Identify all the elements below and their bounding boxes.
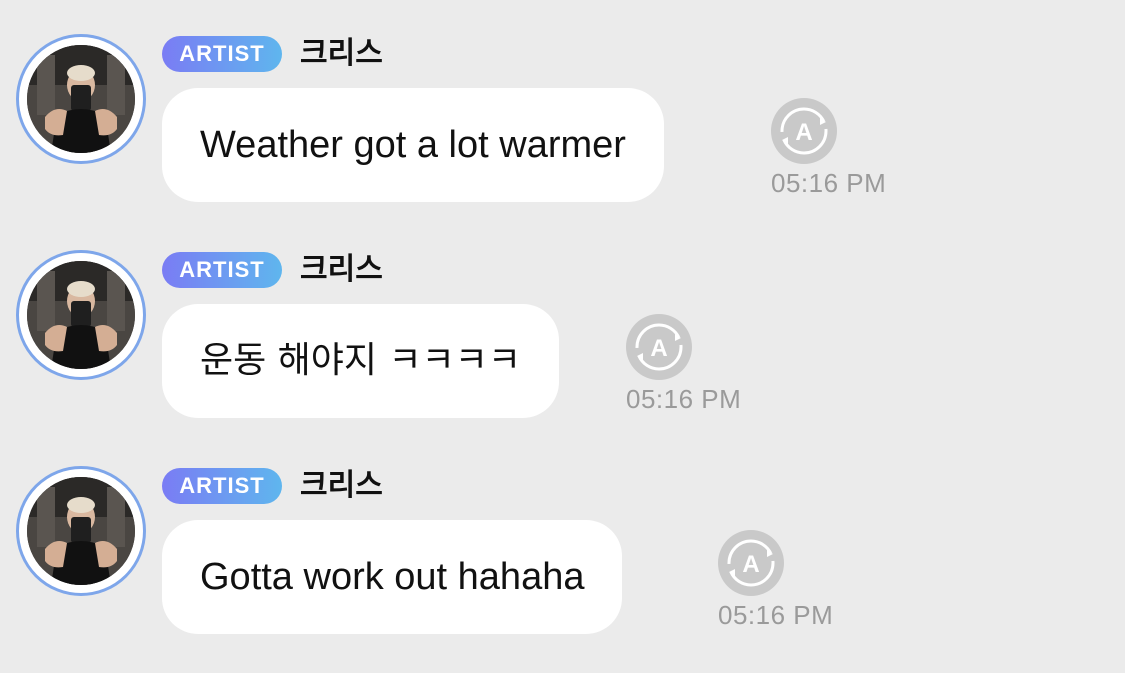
sender-name: 크리스 bbox=[300, 36, 383, 71]
avatar[interactable] bbox=[16, 250, 146, 380]
sender-name: 크리스 bbox=[300, 468, 383, 503]
svg-text:A: A bbox=[742, 551, 759, 578]
message-timestamp: 05:16 PM bbox=[626, 384, 742, 414]
message-timestamp: 05:16 PM bbox=[771, 168, 887, 198]
artist-badge: ARTIST bbox=[162, 252, 282, 288]
svg-text:A: A bbox=[795, 119, 812, 146]
message-bubble[interactable]: 운동 해야지 ㅋㅋㅋㅋ bbox=[162, 304, 559, 418]
message-timestamp: 05:16 PM bbox=[718, 600, 834, 630]
chat-message: ARTIST 크리스 운동 해야지 ㅋㅋㅋㅋ A 05:16 PM bbox=[0, 250, 1125, 450]
avatar[interactable] bbox=[16, 466, 146, 596]
translate-icon[interactable]: A bbox=[718, 530, 784, 596]
chat-message: ARTIST 크리스 Weather got a lot warmer A 05… bbox=[0, 34, 1125, 234]
message-bubble[interactable]: Weather got a lot warmer bbox=[162, 88, 664, 202]
artist-badge: ARTIST bbox=[162, 36, 282, 72]
artist-badge: ARTIST bbox=[162, 468, 282, 504]
sender-name: 크리스 bbox=[300, 252, 383, 287]
avatar-photo bbox=[27, 45, 135, 153]
avatar-photo bbox=[27, 261, 135, 369]
chat-message: ARTIST 크리스 Gotta work out hahaha A 05:16… bbox=[0, 466, 1125, 666]
avatar-photo bbox=[27, 477, 135, 585]
translate-icon[interactable]: A bbox=[771, 98, 837, 164]
translate-icon[interactable]: A bbox=[626, 314, 692, 380]
message-bubble[interactable]: Gotta work out hahaha bbox=[162, 520, 623, 634]
svg-text:A: A bbox=[650, 335, 667, 362]
avatar[interactable] bbox=[16, 34, 146, 164]
